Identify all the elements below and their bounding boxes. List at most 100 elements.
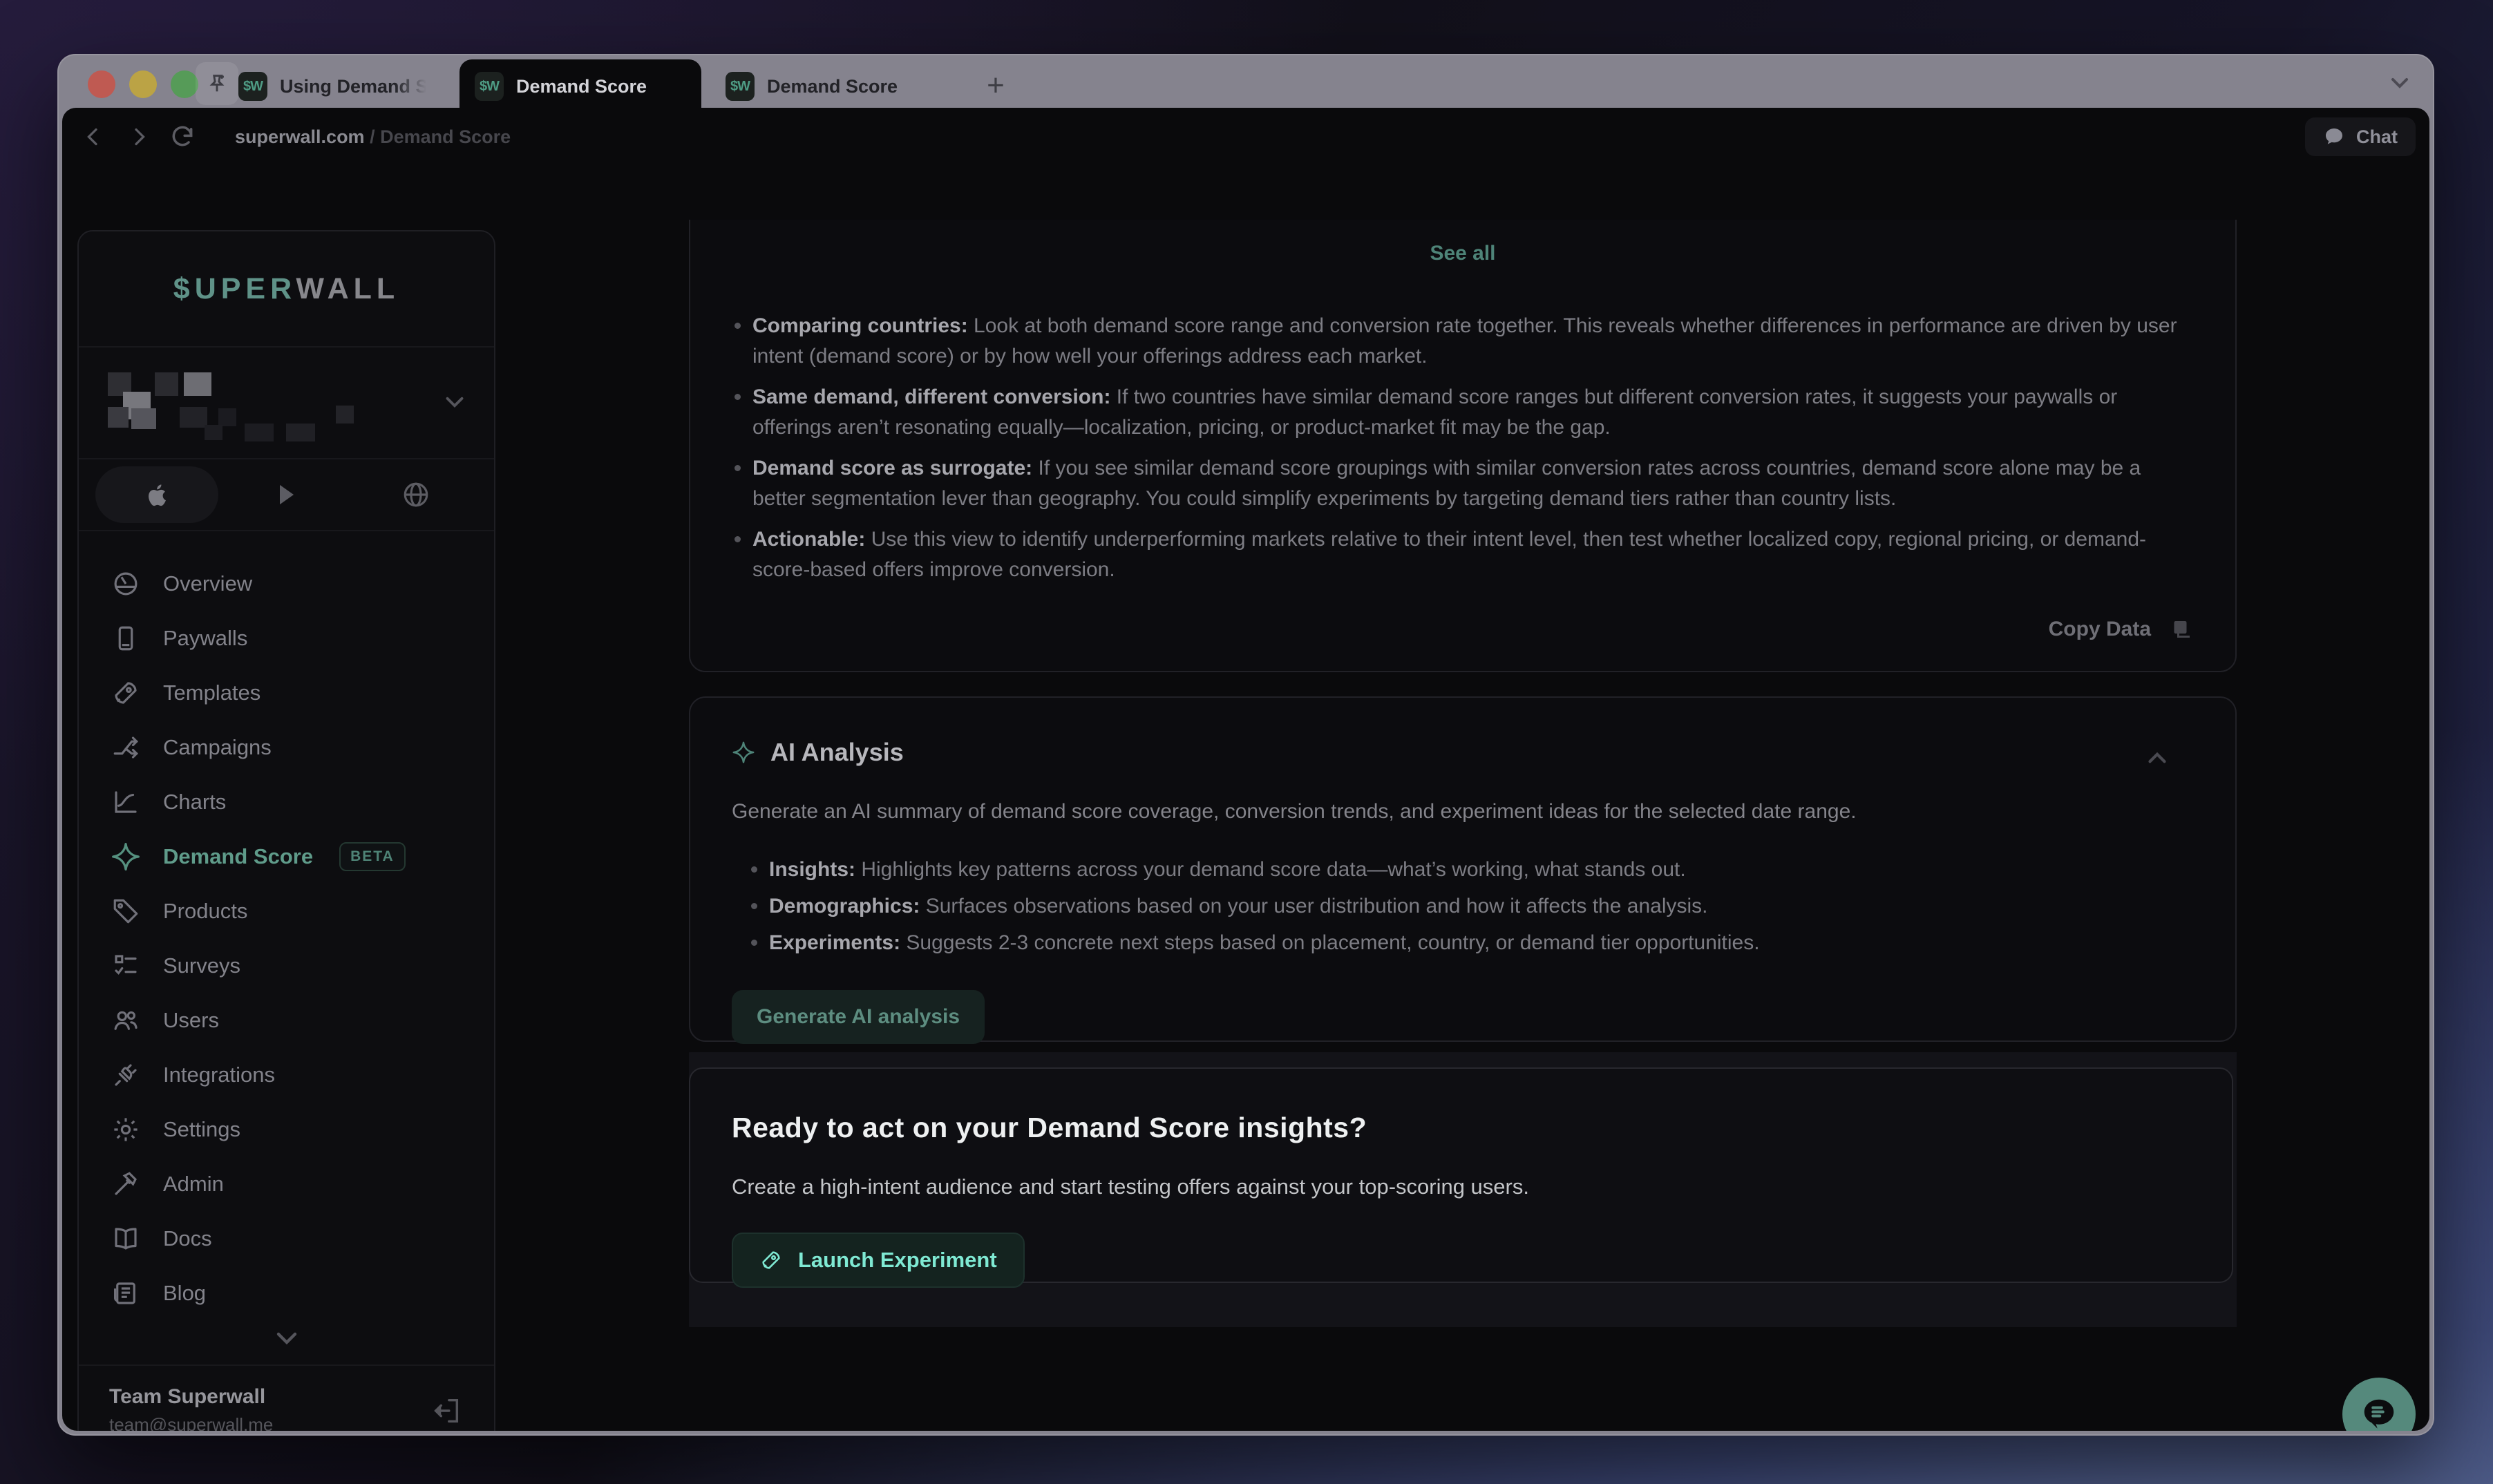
- tab-title: Demand Score: [767, 76, 898, 97]
- sidebar-item-label: Charts: [163, 790, 226, 815]
- sidebar-more-chevron-down-icon[interactable]: [79, 1322, 494, 1355]
- beta-badge: BETA: [339, 842, 406, 871]
- plug-icon: [111, 1060, 141, 1090]
- url-path: Demand Score: [380, 126, 511, 147]
- insight-bullet: Actionable: Use this view to identify un…: [734, 524, 2199, 585]
- line-chart-icon: [111, 787, 141, 817]
- sidebar-item-templates[interactable]: Templates: [79, 665, 494, 720]
- superwall-logo[interactable]: $UPERWALL: [173, 272, 399, 306]
- sidebar-item-label: Settings: [163, 1117, 240, 1142]
- browser-tab-2-active[interactable]: $W Demand Score: [459, 59, 701, 113]
- tag-icon: [111, 896, 141, 926]
- generate-ai-analysis-button[interactable]: Generate AI analysis: [732, 990, 985, 1044]
- ai-analysis-header: AI Analysis: [732, 738, 2194, 767]
- account-name: Team Superwall: [109, 1385, 265, 1409]
- url-separator: /: [365, 126, 381, 147]
- sidebar-item-label: Admin: [163, 1172, 224, 1197]
- redacted-workspace-identity: [108, 372, 357, 439]
- sidebar-item-charts[interactable]: Charts: [79, 774, 494, 829]
- sidebar-nav: Overview Paywalls Templates Campaigns Ch…: [79, 531, 494, 1320]
- cta-card: Ready to act on your Demand Score insigh…: [689, 1067, 2233, 1283]
- zoom-window-button[interactable]: [171, 70, 198, 98]
- address-bar[interactable]: superwall.com / Demand Score: [235, 126, 511, 148]
- window-controls: [88, 70, 198, 98]
- globe-icon: [401, 480, 430, 509]
- sidebar-item-surveys[interactable]: Surveys: [79, 938, 494, 993]
- platform-apple-tab[interactable]: [95, 466, 218, 523]
- chat-bubble-icon: [2358, 1393, 2400, 1431]
- copy-data-button[interactable]: Copy Data: [2049, 617, 2194, 642]
- logo-block: $UPERWALL: [79, 231, 494, 348]
- sidebar-item-integrations[interactable]: Integrations: [79, 1047, 494, 1102]
- ai-analysis-card: AI Analysis Generate an AI summary of de…: [689, 696, 2237, 1042]
- ai-bullet-list: Insights: Highlights key patterns across…: [732, 851, 2194, 961]
- browser-tab-1[interactable]: $W Using Demand Score i: [223, 65, 451, 108]
- sidebar-item-users[interactable]: Users: [79, 993, 494, 1047]
- platform-google-play-tab[interactable]: [225, 466, 348, 523]
- sidebar-item-demand-score[interactable]: Demand Score BETA: [79, 829, 494, 884]
- sidebar-item-admin[interactable]: Admin: [79, 1157, 494, 1211]
- sidebar-item-label: Users: [163, 1008, 219, 1033]
- copy-icon: [2169, 617, 2194, 642]
- chat-button-label: Chat: [2356, 126, 2398, 148]
- sidebar-item-label: Integrations: [163, 1063, 275, 1087]
- split-arrow-icon: [111, 732, 141, 763]
- back-button[interactable]: [72, 115, 116, 159]
- book-icon: [111, 1224, 141, 1254]
- tab-list-chevron-down-icon[interactable]: [2386, 69, 2414, 97]
- new-tab-button[interactable]: +: [976, 66, 1015, 105]
- insight-bullet: Comparing countries: Look at both demand…: [734, 311, 2199, 372]
- sidebar-item-label: Surveys: [163, 953, 240, 978]
- ai-analysis-description: Generate an AI summary of demand score c…: [732, 800, 2194, 824]
- superwall-favicon: $W: [475, 72, 504, 101]
- reload-button[interactable]: [160, 115, 205, 159]
- pie-chart-icon: [111, 569, 141, 599]
- users-icon: [111, 1005, 141, 1036]
- rocket-icon: [111, 678, 141, 708]
- ai-bullet: Demographics: Surfaces observations base…: [751, 888, 2194, 924]
- browser-nav-row: superwall.com / Demand Score Chat: [62, 108, 2429, 166]
- close-window-button[interactable]: [88, 70, 115, 98]
- support-chat-fab[interactable]: [2342, 1378, 2416, 1431]
- chat-button[interactable]: Chat: [2305, 117, 2416, 156]
- cta-subtitle: Create a high-intent audience and start …: [732, 1174, 2232, 1199]
- superwall-favicon: $W: [726, 72, 755, 101]
- sidebar-item-label: Products: [163, 899, 247, 924]
- sidebar-footer: Team Superwall team@superwall.me: [79, 1364, 494, 1431]
- browser-tab-3[interactable]: $W Demand Score: [710, 65, 945, 108]
- workspace-selector[interactable]: [79, 348, 494, 459]
- logout-icon[interactable]: [430, 1395, 462, 1427]
- sidebar-item-blog[interactable]: Blog: [79, 1266, 494, 1320]
- minimize-window-button[interactable]: [129, 70, 157, 98]
- see-all-link[interactable]: See all: [690, 242, 2235, 265]
- sidebar-item-label: Demand Score: [163, 844, 313, 869]
- forward-button[interactable]: [116, 115, 160, 159]
- newspaper-icon: [111, 1278, 141, 1309]
- insight-bullet: Demand score as surrogate: If you see si…: [734, 453, 2199, 514]
- hammer-icon: [111, 1169, 141, 1199]
- sidebar-item-overview[interactable]: Overview: [79, 556, 494, 611]
- sidebar-item-docs[interactable]: Docs: [79, 1211, 494, 1266]
- apple-icon: [142, 479, 172, 510]
- checklist-icon: [111, 951, 141, 981]
- sidebar-item-label: Blog: [163, 1281, 206, 1306]
- tab-strip: $W Using Demand Score i $W Demand Score …: [57, 54, 2434, 112]
- platform-web-tab[interactable]: [354, 466, 477, 523]
- url-domain: superwall.com: [235, 126, 365, 147]
- tab-title: Using Demand Score i: [280, 76, 426, 97]
- launch-experiment-button[interactable]: Launch Experiment: [732, 1233, 1025, 1288]
- sidebar-item-products[interactable]: Products: [79, 884, 494, 938]
- phone-icon: [111, 623, 141, 654]
- sidebar-item-label: Docs: [163, 1226, 212, 1251]
- sidebar-item-campaigns[interactable]: Campaigns: [79, 720, 494, 774]
- collapse-chevron-up-icon[interactable]: [2143, 743, 2172, 772]
- sidebar-item-settings[interactable]: Settings: [79, 1102, 494, 1157]
- logo-rest: WALL: [296, 272, 399, 305]
- copy-data-label: Copy Data: [2049, 618, 2151, 641]
- account-email: team@superwall.me: [109, 1414, 273, 1431]
- rocket-icon: [759, 1248, 783, 1272]
- sidebar-item-paywalls[interactable]: Paywalls: [79, 611, 494, 665]
- logo-accent: $UPER: [173, 272, 296, 305]
- insight-bullet: Same demand, different conversion: If tw…: [734, 382, 2199, 443]
- browser-chrome: superwall.com / Demand Score Chat $UPERW…: [62, 108, 2429, 1431]
